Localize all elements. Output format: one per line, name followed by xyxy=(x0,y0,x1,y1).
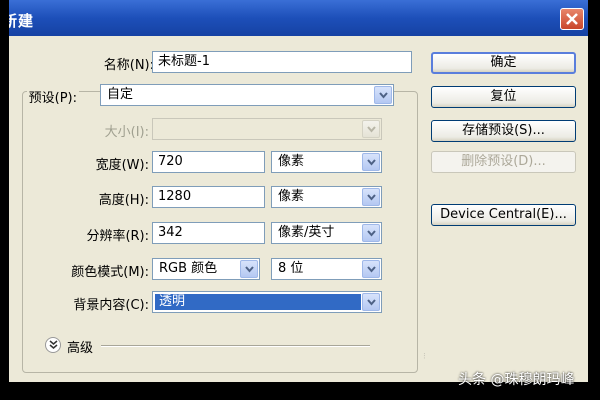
chevron-down-icon xyxy=(245,266,254,273)
width-unit-dropdown-button[interactable] xyxy=(362,153,380,171)
resolution-label: 分辨率(R): xyxy=(86,229,149,244)
color-mode-value: RGB 颜色 xyxy=(159,261,218,276)
reset-button[interactable]: 复位 xyxy=(431,86,576,108)
preset-label: 预设(P): xyxy=(26,87,79,106)
width-unit-value: 像素 xyxy=(278,154,305,169)
delete-preset-button: 删除预设(D)... xyxy=(431,151,576,173)
title-bar: 新建 xyxy=(0,0,600,36)
save-preset-button[interactable]: 存储预设(S)... xyxy=(431,120,576,142)
size-dropdown-button xyxy=(362,120,380,138)
height-unit-select[interactable]: 像素 xyxy=(271,186,382,208)
chevron-down-icon xyxy=(367,194,376,201)
name-label: 名称(N): xyxy=(103,58,154,73)
resolution-unit-dropdown-button[interactable] xyxy=(362,224,380,242)
advanced-toggle-button[interactable] xyxy=(45,337,61,353)
resize-grip-icon: ⁝ xyxy=(423,352,426,362)
bit-depth-value: 8 位 xyxy=(278,261,304,276)
color-mode-select[interactable]: RGB 颜色 xyxy=(152,258,260,280)
preset-dropdown-button[interactable] xyxy=(374,86,392,104)
height-input[interactable]: 1280 xyxy=(152,186,265,208)
chevron-down-icon xyxy=(367,266,376,273)
width-label: 宽度(W): xyxy=(95,158,149,173)
resolution-unit-value: 像素/英寸 xyxy=(278,225,335,240)
advanced-label[interactable]: 高级 xyxy=(67,337,93,356)
color-mode-label: 颜色模式(M): xyxy=(71,265,149,280)
size-select xyxy=(152,118,382,140)
selection-highlight xyxy=(155,294,361,310)
window-frame-left xyxy=(0,0,9,400)
preset-select[interactable]: 自定 xyxy=(100,84,394,106)
size-label: 大小(I): xyxy=(104,125,149,140)
chevron-down-icon xyxy=(379,92,388,99)
preset-value: 自定 xyxy=(107,87,134,102)
height-label: 高度(H): xyxy=(98,193,149,208)
advanced-divider xyxy=(101,345,370,347)
width-unit-select[interactable]: 像素 xyxy=(271,151,382,173)
color-mode-dropdown-button[interactable] xyxy=(240,260,258,278)
background-contents-dropdown-button[interactable] xyxy=(362,293,380,311)
width-input[interactable]: 720 xyxy=(152,151,265,173)
resolution-unit-select[interactable]: 像素/英寸 xyxy=(271,222,382,244)
resolution-input[interactable]: 342 xyxy=(152,222,265,244)
name-input[interactable]: 未标题-1 xyxy=(152,51,412,73)
bit-depth-dropdown-button[interactable] xyxy=(362,260,380,278)
watermark-text: 头条 @珠穆朗玛峰 xyxy=(458,372,575,388)
chevron-down-icon xyxy=(367,230,376,237)
chevron-down-icon xyxy=(367,126,376,133)
chevron-down-icon xyxy=(367,299,376,306)
close-icon xyxy=(566,13,578,25)
height-unit-dropdown-button[interactable] xyxy=(362,188,380,206)
background-contents-value: 透明 xyxy=(159,294,186,309)
background-contents-label: 背景内容(C): xyxy=(73,298,149,313)
bit-depth-select[interactable]: 8 位 xyxy=(271,258,382,280)
background-contents-select[interactable]: 透明 xyxy=(152,291,382,313)
ok-button[interactable]: 确定 xyxy=(431,52,576,74)
new-document-dialog: 名称(N): 未标题-1 预设(P): 自定 大小(I): 宽度(W): 720… xyxy=(9,36,588,382)
device-central-button[interactable]: Device Central(E)... xyxy=(431,204,576,226)
double-chevron-down-icon xyxy=(49,340,58,349)
height-unit-value: 像素 xyxy=(278,189,305,204)
close-button[interactable] xyxy=(560,8,584,30)
window-frame-right xyxy=(588,0,600,400)
chevron-down-icon xyxy=(367,159,376,166)
